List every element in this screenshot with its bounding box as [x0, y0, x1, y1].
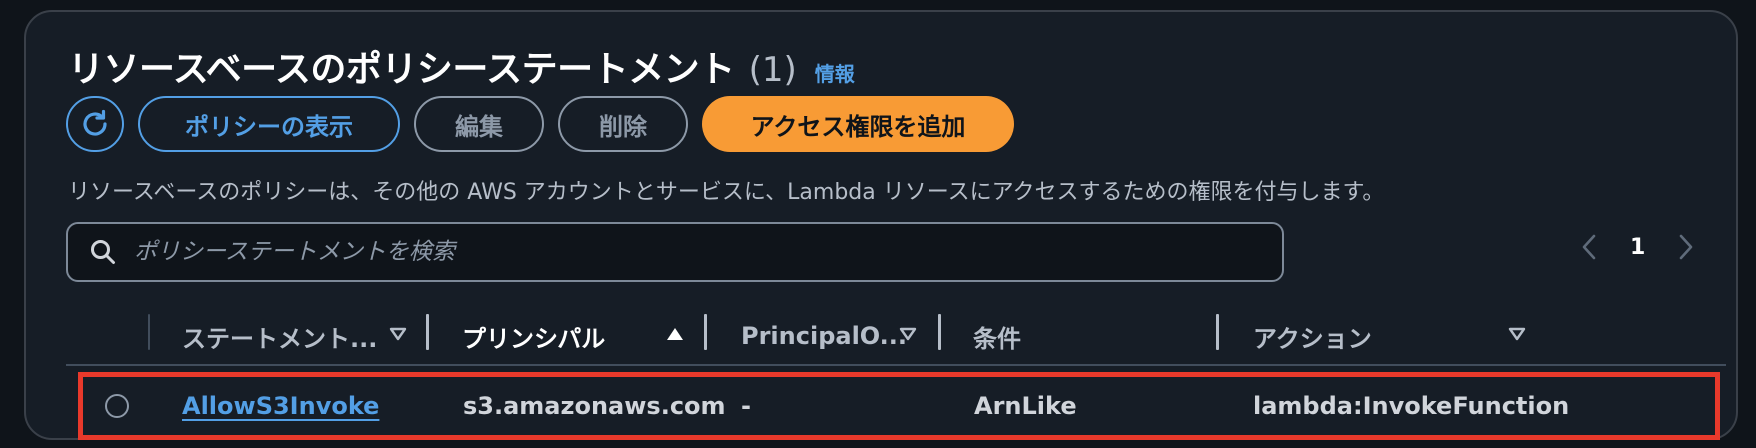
panel-description: リソースベースのポリシーは、その他の AWS アカウントとサービスに、Lambd… — [68, 180, 1385, 205]
delete-button[interactable]: 削除 — [558, 96, 688, 152]
chevron-right-icon — [1680, 234, 1693, 260]
condition-cell: ArnLike — [974, 392, 1077, 420]
search-box — [66, 222, 1284, 282]
prev-page-button[interactable] — [1582, 234, 1596, 260]
refresh-button[interactable] — [66, 96, 124, 152]
column-header-action[interactable]: アクション — [1253, 308, 1372, 364]
statement-count: (1) — [748, 50, 797, 90]
action-cell: lambda:InvokeFunction — [1253, 392, 1570, 420]
column-header-condition[interactable]: 条件 — [973, 308, 1021, 364]
row-select-cell[interactable] — [105, 377, 129, 435]
column-header-statement-id[interactable]: ステートメント... — [182, 308, 377, 364]
column-header-principal[interactable]: プリンシパル — [462, 308, 605, 364]
row-select-radio[interactable] — [105, 394, 129, 418]
statement-id-link[interactable]: AllowS3Invoke — [182, 392, 379, 420]
principal-cell: s3.amazonaws.com — [463, 392, 726, 420]
table-row[interactable]: AllowS3Invoke s3.amazonaws.com - ArnLike… — [78, 372, 1720, 440]
column-divider[interactable] — [938, 314, 941, 350]
sort-caret-down-icon[interactable] — [1508, 326, 1526, 342]
refresh-icon — [83, 109, 107, 136]
current-page-number[interactable]: 1 — [1630, 235, 1645, 260]
info-link[interactable]: 情報 — [815, 58, 855, 87]
sort-caret-up-icon[interactable] — [666, 326, 684, 342]
policy-statements-panel: リソースベースのポリシーステートメント (1) 情報 ポリシーの表示 編集 削除… — [24, 10, 1738, 440]
column-divider[interactable] — [1216, 314, 1219, 350]
column-header-principal-org[interactable]: PrincipalO... — [741, 308, 907, 364]
column-divider — [148, 314, 150, 350]
statement-id-cell: AllowS3Invoke — [182, 377, 379, 435]
search-input[interactable] — [132, 238, 1236, 266]
view-policy-button[interactable]: ポリシーの表示 — [138, 96, 400, 152]
edit-button[interactable]: 編集 — [414, 96, 544, 152]
toolbar: ポリシーの表示 編集 削除 アクセス権限を追加 — [66, 96, 1014, 152]
panel-header: リソースベースのポリシーステートメント (1) 情報 — [68, 40, 855, 92]
principal-org-cell: - — [741, 392, 751, 420]
table-header-divider — [66, 364, 1726, 366]
table-header: ステートメント... プリンシパル PrincipalO... 条件 アクション — [66, 308, 1726, 364]
pagination: 1 — [1582, 234, 1693, 260]
search-icon — [91, 240, 115, 264]
sort-caret-down-icon[interactable] — [389, 326, 407, 342]
chevron-left-icon — [1582, 234, 1596, 260]
column-divider[interactable] — [426, 314, 429, 350]
panel-title: リソースベースのポリシーステートメント — [68, 49, 735, 90]
add-permission-button[interactable]: アクセス権限を追加 — [702, 96, 1014, 152]
next-page-button[interactable] — [1679, 234, 1693, 260]
column-divider[interactable] — [704, 314, 707, 350]
sort-caret-down-icon[interactable] — [899, 326, 917, 342]
